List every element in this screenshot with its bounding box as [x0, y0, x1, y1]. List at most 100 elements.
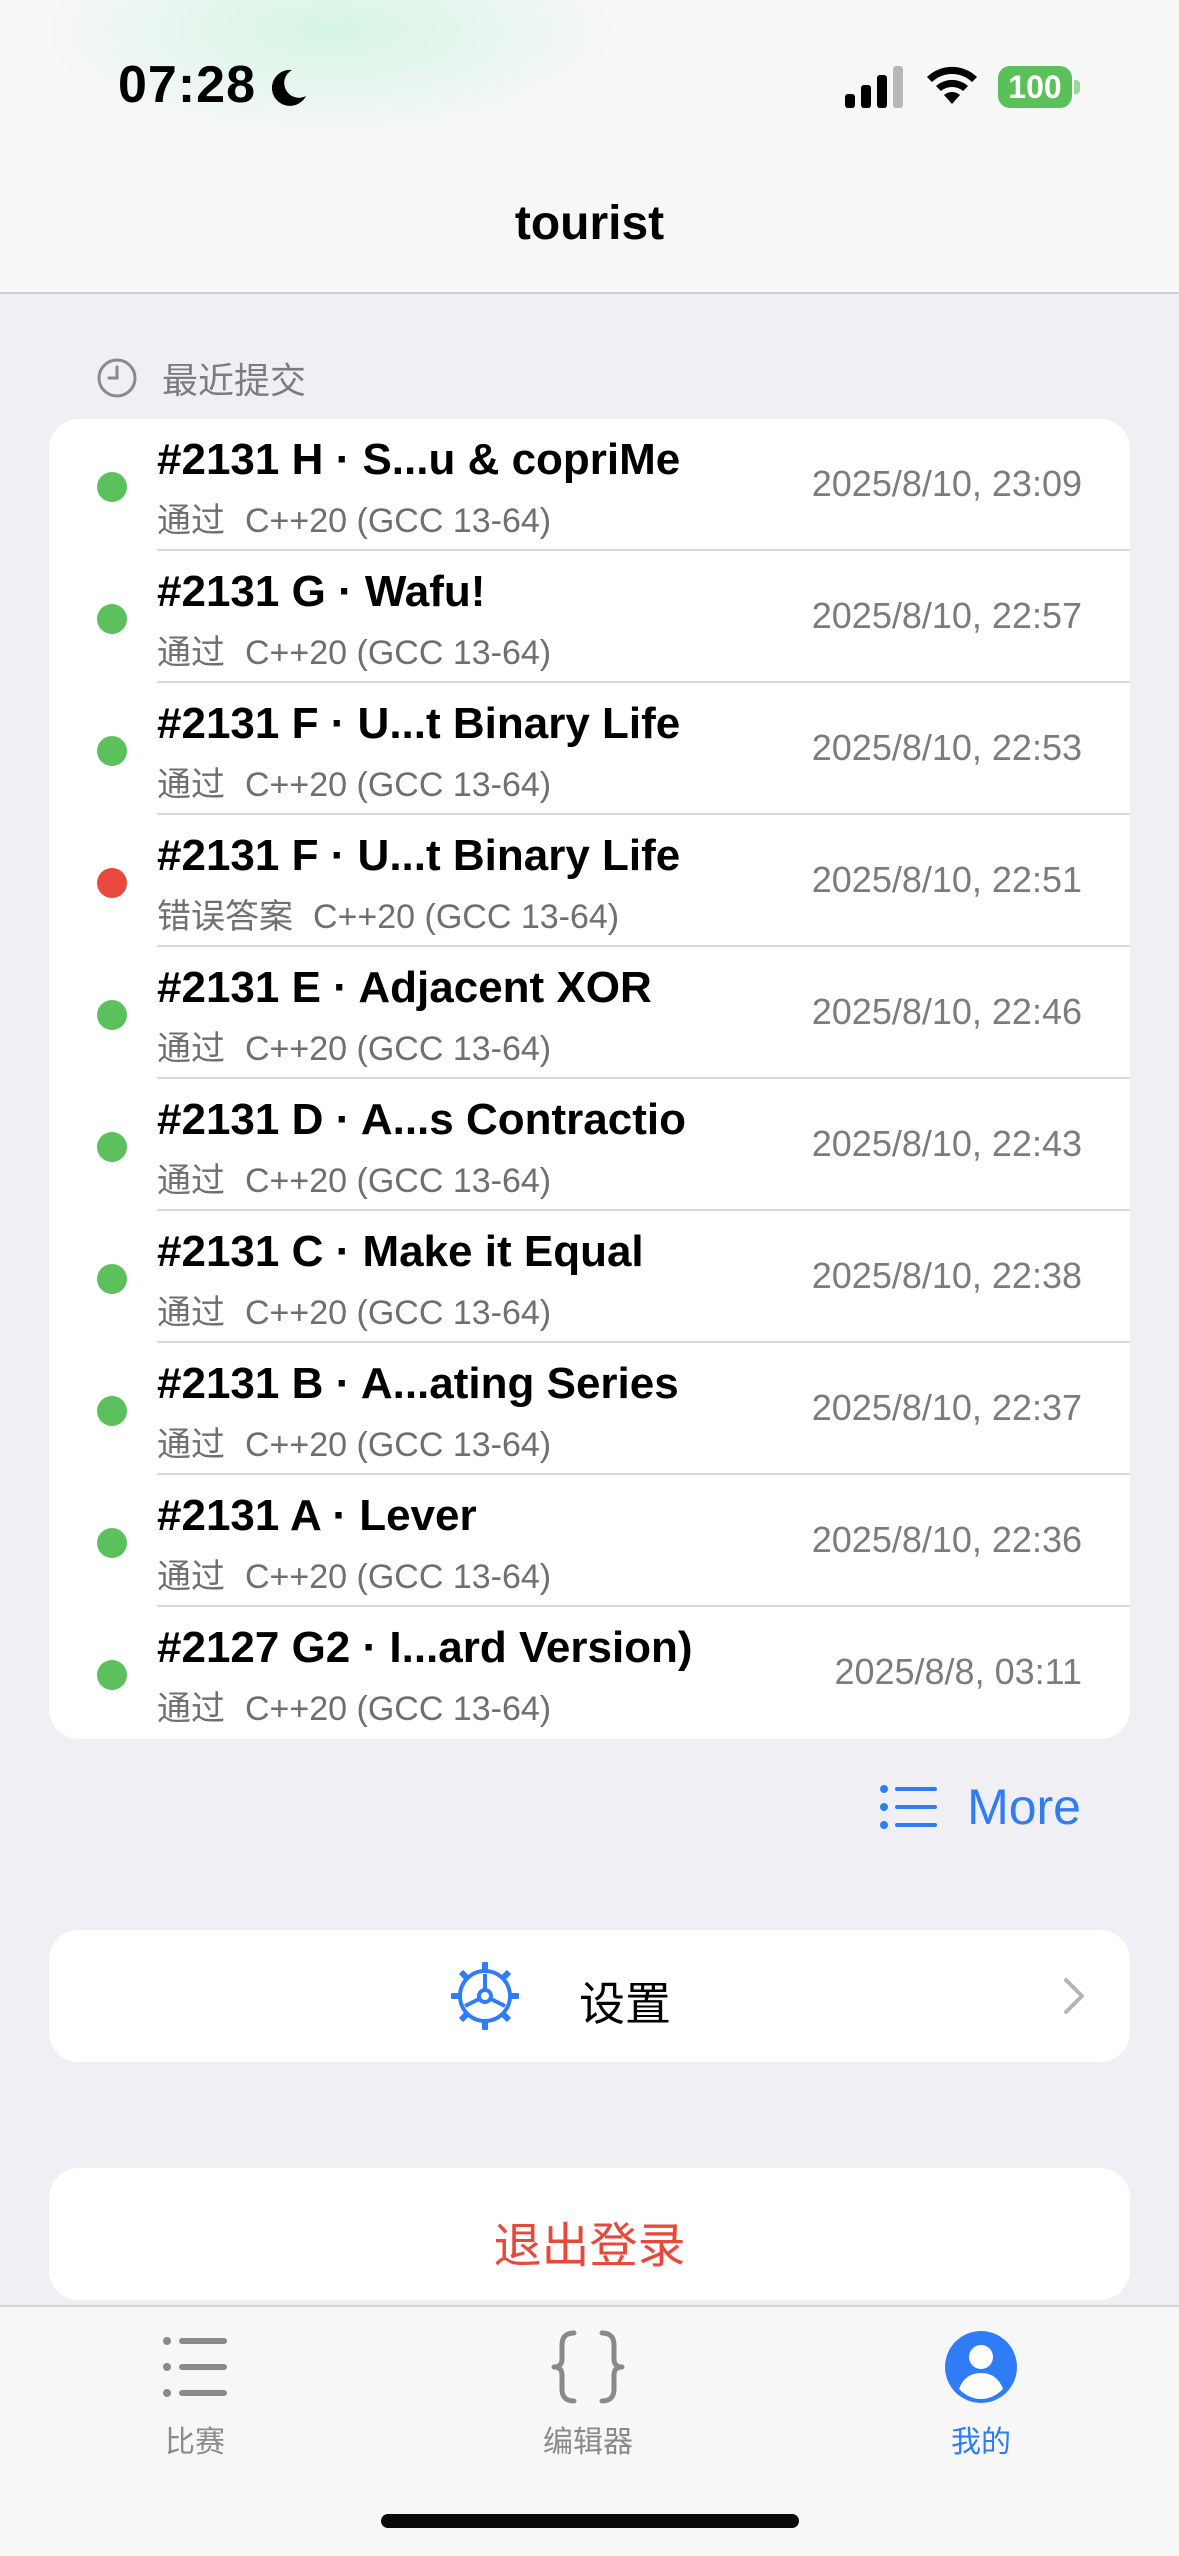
submission-time: 2025/8/10, 22:38	[811, 1255, 1082, 1296]
list-icon	[880, 1785, 938, 1829]
submission-verdict: 错误答案	[157, 898, 293, 936]
submission-verdict: 通过	[157, 1690, 225, 1728]
submission-verdict: 通过	[157, 1030, 225, 1068]
submission-row[interactable]: #2131 D · A...s Contractio 通过 C++20 (GCC 1…	[49, 1079, 1130, 1211]
submission-title: #2131 F · U...t Binary Life	[157, 699, 681, 748]
submission-title: #2131 C · Make it Equal	[157, 1227, 644, 1276]
tab-contests-label: 比赛	[165, 2426, 225, 2459]
submission-verdict: 通过	[157, 766, 225, 804]
screen: 07:28 100 tourist 最近提交 #2131 H · S...u &…	[0, 0, 1179, 2556]
submission-row[interactable]: #2131 C · Make it Equal 通过 C++20 (GCC 13-6…	[49, 1211, 1130, 1343]
home-indicator	[381, 2514, 799, 2528]
logout-button[interactable]: 退出登录	[49, 2168, 1130, 2300]
submission-title: #2131 B · A...ating Series	[157, 1359, 679, 1408]
submission-language: C++20 (GCC 13-64)	[245, 766, 552, 804]
logout-label: 退出登录	[493, 2220, 686, 2273]
submission-meta: 通过 C++20 (GCC 13-64)	[157, 1681, 551, 1730]
submission-language: C++20 (GCC 13-64)	[245, 1426, 552, 1464]
submission-verdict: 通过	[157, 1294, 225, 1332]
submission-row[interactable]: #2131 A · Lever 通过 C++20 (GCC 13-64) 2025/8…	[49, 1475, 1130, 1607]
submission-time: 2025/8/8, 03:11	[834, 1651, 1082, 1692]
battery-icon: 100	[998, 66, 1080, 108]
list-icon	[163, 2337, 227, 2397]
submission-meta: 通过 C++20 (GCC 13-64)	[157, 1153, 551, 1202]
submission-language: C++20 (GCC 13-64)	[245, 1030, 552, 1068]
submission-time: 2025/8/10, 22:37	[811, 1387, 1082, 1428]
more-label: More	[967, 1779, 1081, 1835]
submission-language: C++20 (GCC 13-64)	[245, 1558, 552, 1596]
submission-row[interactable]: #2131 H · S...u & copriMe 通过 C++20 (GCC 13…	[49, 419, 1130, 551]
submission-verdict: 通过	[157, 1162, 225, 1200]
submission-title: #2131 A · Lever	[157, 1491, 477, 1540]
submission-meta: 通过 C++20 (GCC 13-64)	[157, 1285, 551, 1334]
recent-submissions-title: 最近提交	[162, 360, 307, 401]
wifi-icon	[927, 66, 977, 104]
submission-verdict: 通过	[157, 1558, 225, 1596]
page-title: tourist	[514, 197, 665, 250]
tab-editor-label: 编辑器	[543, 2426, 633, 2459]
submission-title: #2131 H · S...u & copriMe	[157, 435, 681, 484]
submission-time: 2025/8/10, 22:51	[811, 859, 1082, 900]
submission-time: 2025/8/10, 22:53	[811, 727, 1082, 768]
submission-language: C++20 (GCC 13-64)	[245, 1294, 552, 1332]
status-dot	[97, 736, 127, 766]
submission-verdict: 通过	[157, 1426, 225, 1464]
status-dot	[97, 1528, 127, 1558]
submission-row[interactable]: #2131 G · Wafu! 通过 C++20 (GCC 13-64) 2025/8…	[49, 551, 1130, 683]
status-dot	[97, 604, 127, 634]
person-icon	[945, 2331, 1017, 2403]
submission-meta: 通过 C++20 (GCC 13-64)	[157, 1549, 551, 1598]
submission-row[interactable]: #2131 B · A...ating Series 通过 C++20 (GCC 1…	[49, 1343, 1130, 1475]
submission-language: C++20 (GCC 13-64)	[313, 898, 620, 936]
battery-nub	[1074, 80, 1080, 94]
submission-meta: 通过 C++20 (GCC 13-64)	[157, 1021, 551, 1070]
settings-label: 设置	[579, 1978, 671, 2030]
submission-verdict: 通过	[157, 634, 225, 672]
submission-list: #2131 H · S...u & copriMe 通过 C++20 (GCC 13…	[49, 419, 1130, 1739]
tab-editor[interactable]: 编辑器	[488, 2327, 688, 2461]
submission-meta: 通过 C++20 (GCC 13-64)	[157, 625, 551, 674]
clock-icon	[97, 358, 137, 398]
submission-meta: 错误答案 C++20 (GCC 13-64)	[157, 889, 619, 938]
cellular-signal-icon	[845, 66, 903, 108]
submission-meta: 通过 C++20 (GCC 13-64)	[157, 1417, 551, 1466]
status-dot	[97, 868, 127, 898]
submission-row[interactable]: #2127 G2 · I...ard Version) 通过 C++20 (GCC …	[49, 1607, 1130, 1739]
tab-contests[interactable]: 比赛	[95, 2327, 295, 2461]
tab-mine[interactable]: 我的	[881, 2327, 1081, 2461]
status-dot	[97, 472, 127, 502]
status-dot	[97, 1132, 127, 1162]
more-button[interactable]: More	[879, 1775, 1081, 1839]
submission-time: 2025/8/10, 22:43	[811, 1123, 1082, 1164]
submission-time: 2025/8/10, 22:46	[811, 991, 1082, 1032]
battery-level: 100	[998, 66, 1072, 108]
braces-icon	[551, 2330, 625, 2404]
submission-title: #2131 E · Adjacent XOR	[157, 963, 652, 1012]
submission-title: #2131 F · U...t Binary Life	[157, 831, 681, 880]
recent-submissions-header: 最近提交	[96, 354, 306, 402]
submission-time: 2025/8/10, 23:09	[811, 463, 1082, 504]
submission-verdict: 通过	[157, 502, 225, 540]
status-dot	[97, 1000, 127, 1030]
gear-icon	[451, 1962, 519, 2030]
submission-meta: 通过 C++20 (GCC 13-64)	[157, 757, 551, 806]
submission-row[interactable]: #2131 F · U...t Binary Life 错误答案 C++20 (GC…	[49, 815, 1130, 947]
status-time: 07:28	[118, 56, 256, 114]
submission-title: #2127 G2 · I...ard Version)	[157, 1623, 693, 1672]
status-dot	[97, 1660, 127, 1690]
submission-language: C++20 (GCC 13-64)	[245, 634, 552, 672]
chevron-right-icon	[1064, 1978, 1084, 2014]
submission-language: C++20 (GCC 13-64)	[245, 1162, 552, 1200]
submission-title: #2131 G · Wafu!	[157, 567, 486, 616]
status-dot	[97, 1264, 127, 1294]
submission-language: C++20 (GCC 13-64)	[245, 502, 552, 540]
submission-row[interactable]: #2131 F · U...t Binary Life 通过 C++20 (GCC …	[49, 683, 1130, 815]
status-dot	[97, 1396, 127, 1426]
submission-row[interactable]: #2131 E · Adjacent XOR 通过 C++20 (GCC 13-64…	[49, 947, 1130, 1079]
submission-meta: 通过 C++20 (GCC 13-64)	[157, 493, 551, 542]
settings-button[interactable]: 设置	[49, 1930, 1130, 2062]
submission-time: 2025/8/10, 22:36	[811, 1519, 1082, 1560]
tab-mine-label: 我的	[951, 2426, 1011, 2459]
header-area: 07:28 100 tourist	[0, 0, 1179, 294]
submission-time: 2025/8/10, 22:57	[811, 595, 1082, 636]
